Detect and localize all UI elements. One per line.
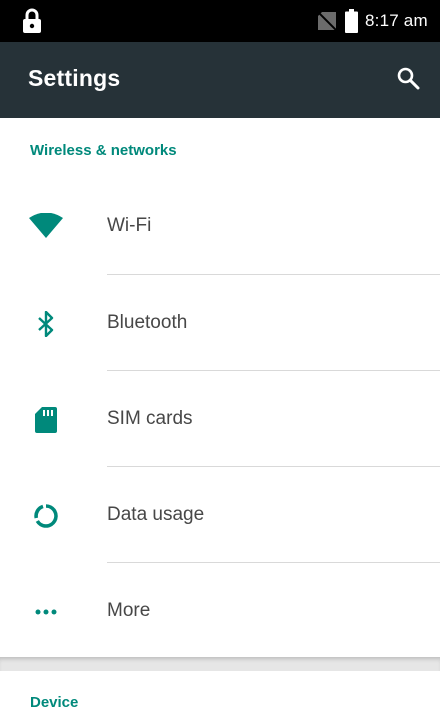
wifi-icon	[29, 209, 63, 243]
settings-item-more[interactable]: More	[0, 563, 440, 659]
battery-icon	[345, 9, 358, 33]
settings-item-label: SIM cards	[107, 408, 193, 429]
settings-item-label: Data usage	[107, 504, 205, 525]
bluetooth-icon	[29, 307, 63, 341]
no-sim-icon	[317, 11, 337, 31]
page-title: Settings	[28, 65, 121, 91]
search-icon[interactable]	[396, 66, 420, 90]
settings-item-wifi[interactable]: Wi-Fi	[0, 178, 440, 274]
status-bar: 8:17 am	[0, 0, 440, 42]
settings-item-sim-cards[interactable]: SIM cards	[0, 371, 440, 467]
lock-icon	[22, 8, 42, 34]
section-header-device: Device	[30, 694, 79, 711]
status-time: 8:17 am	[365, 11, 428, 30]
settings-item-label: Bluetooth	[107, 312, 188, 333]
settings-item-data-usage[interactable]: Data usage	[0, 467, 440, 563]
settings-item-label: More	[107, 600, 151, 621]
sim-card-icon	[29, 403, 63, 437]
section-separator	[0, 657, 440, 671]
settings-item-label: Wi-Fi	[107, 215, 152, 236]
section-header-wireless: Wireless & networks	[30, 142, 177, 159]
settings-item-bluetooth[interactable]: Bluetooth	[0, 275, 440, 371]
data-usage-icon	[29, 499, 63, 533]
app-toolbar: Settings	[0, 42, 440, 118]
more-icon	[29, 595, 63, 629]
